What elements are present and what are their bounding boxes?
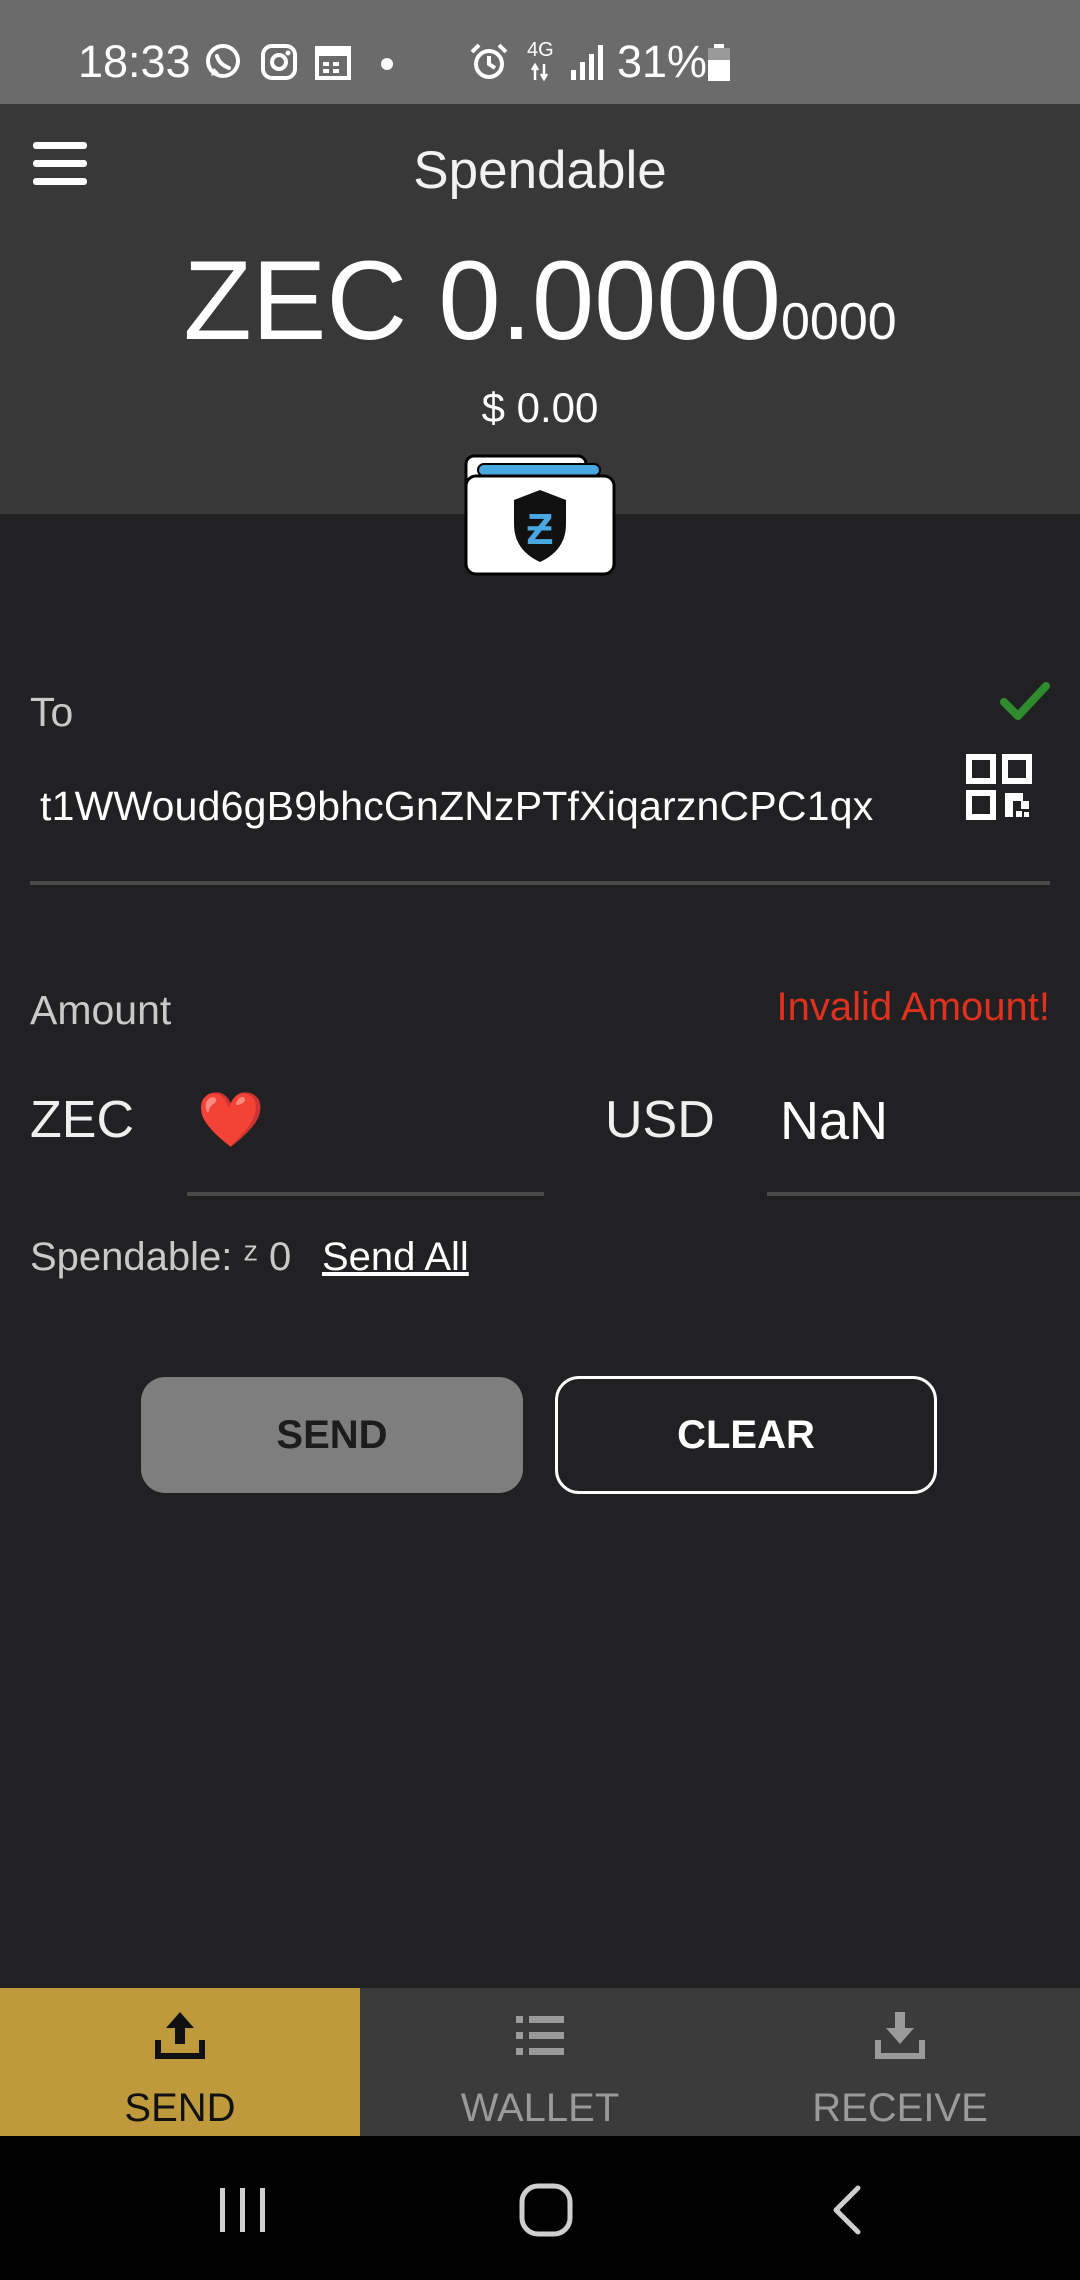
list-icon	[516, 2016, 564, 2055]
tab-receive-label: RECEIVE	[812, 2086, 988, 2130]
status-time: 18:33	[78, 36, 191, 87]
zec-amount-input[interactable]: ❤️	[197, 1088, 264, 1152]
back-icon[interactable]	[828, 2184, 868, 2236]
zec-currency-label: ZEC	[30, 1091, 134, 1149]
address-input[interactable]: t1WWoud6gB9bhcGnZNzPTfXiqarznCPC1qx	[40, 783, 873, 830]
to-label: To	[30, 689, 74, 735]
instagram-icon	[261, 44, 297, 80]
data-arrows-icon	[530, 62, 549, 82]
balance-main: ZEC 0.0000	[183, 238, 781, 363]
zec-amount-underline	[187, 1192, 544, 1196]
home-icon[interactable]	[518, 2182, 574, 2238]
spendable-text: Spendable: ᶻ 0	[30, 1235, 292, 1279]
amount-error: Invalid Amount!	[776, 985, 1051, 1029]
alarm-icon	[470, 43, 508, 79]
clear-button[interactable]: CLEAR	[555, 1376, 937, 1494]
usd-amount-underline	[767, 1192, 1080, 1196]
upload-icon	[155, 2012, 205, 2059]
send-button[interactable]: SEND	[141, 1377, 523, 1493]
battery-icon	[708, 44, 730, 81]
bottom-tab-bar: SEND WALLET RECEIVE	[0, 1988, 1080, 2136]
usd-amount-input[interactable]: NaN	[780, 1090, 888, 1152]
zcash-wallet-logo-icon: Ƶ	[464, 454, 616, 576]
whatsapp-icon	[206, 44, 240, 78]
tab-send-label: SEND	[124, 2086, 236, 2130]
calendar-icon	[315, 46, 351, 80]
dot-icon	[381, 58, 393, 70]
svg-text:Ƶ: Ƶ	[527, 505, 554, 554]
tab-wallet[interactable]: WALLET	[360, 1988, 720, 2136]
address-underline	[30, 881, 1050, 885]
system-nav-bar	[0, 2136, 1080, 2280]
signal-icon	[571, 45, 603, 80]
4g-icon: 4G	[527, 39, 554, 61]
balance-small-digits: 0000	[781, 293, 897, 351]
tab-wallet-label: WALLET	[460, 2086, 620, 2130]
status-bar: 18:33 4G 31%	[0, 0, 1080, 104]
usd-currency-label: USD	[605, 1091, 715, 1149]
qr-scan-icon[interactable]	[966, 754, 1032, 820]
tab-send[interactable]: SEND	[0, 1988, 360, 2136]
balance-usd: $ 0.00	[481, 384, 599, 431]
send-all-link[interactable]: Send All	[322, 1235, 469, 1280]
tab-receive[interactable]: RECEIVE	[720, 1988, 1080, 2136]
download-icon	[875, 2012, 925, 2059]
page-title: Spendable	[413, 141, 667, 200]
amount-label: Amount	[30, 987, 172, 1033]
balance-amount: ZEC 0.00000000	[0, 236, 1080, 365]
recent-apps-icon[interactable]	[218, 2186, 268, 2234]
valid-check-icon	[1000, 682, 1050, 720]
battery-percent: 31%	[617, 36, 708, 87]
